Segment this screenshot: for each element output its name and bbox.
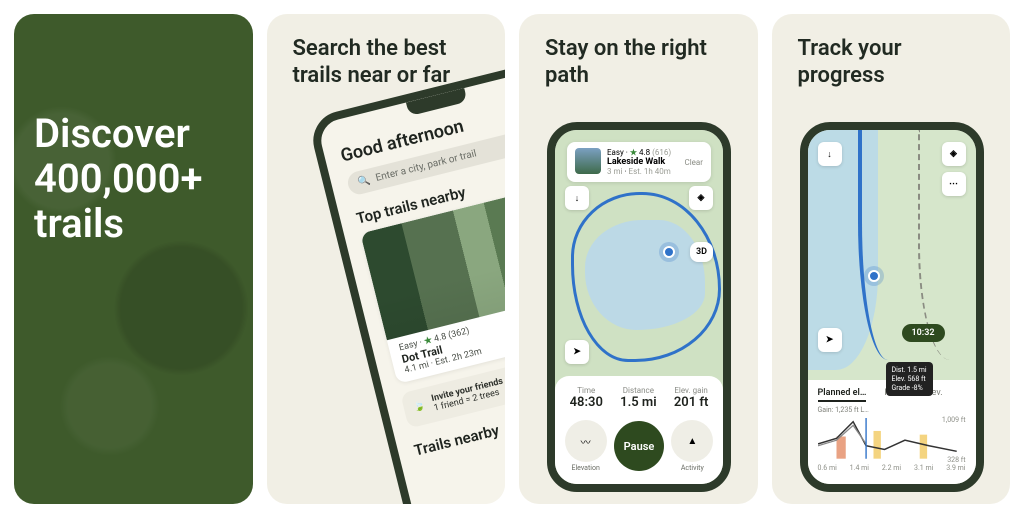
trail-est: Est. 1h 40m [629,167,671,176]
more-icon[interactable]: ⋯ [942,172,966,196]
card4-heading: Track your progress [798,36,993,90]
hero-card: Discover 400,000+ trails [14,14,253,504]
chart-tooltip: Dist. 1.5 mi Elev. 568 ft Grade -8% [886,362,933,396]
download-icon[interactable]: ↓ [565,186,589,210]
stat-time: Time48:30 [570,386,603,410]
phone-mock-search: Good afternoon 🔍 Enter a city, park or t… [307,56,506,504]
trail-rating: 4.8 [639,148,650,157]
gain-info: Gain: 1,235 ft L… [818,406,966,414]
stat-elev: Elev. gain201 ft [674,386,709,410]
elevation-button[interactable]: 〰 [565,420,607,462]
trail-rating-count: (616) [652,148,671,157]
trail-difficulty: Easy [607,148,624,157]
trail-rating-count: (362) [447,326,470,341]
bottom-nav: ✧Explore 👥Community ▲Navigator ▢Saved ☺P… [423,493,505,504]
stat-distance: Distance1.5 mi [620,386,656,410]
locate-icon[interactable]: ➤ [818,328,842,352]
pause-button[interactable]: Pause [614,421,664,471]
search-icon: 🔍 [356,175,371,189]
x-tick: 2.2 mi [882,464,901,472]
trail-info-chip[interactable]: Easy · ★ 4.8 (616) Lakeside Walk 3 mi · … [567,142,711,182]
leaf-icon: 🍃 [413,401,426,413]
tab-planned[interactable]: Planned el… [818,388,867,402]
tooltip-grade: Grade -8% [892,384,927,393]
route-path [571,192,721,362]
nav-card: Stay on the right path Easy · ★ 4.8 (616… [519,14,758,504]
section-title-2: Trails nearby [412,421,501,459]
phone-mock-track: ↓ ◈ ⋯ ➤ 10:32 Planned el… Recorded elev.… [800,122,984,492]
x-tick: 1.4 mi [850,464,869,472]
stats-panel: Time48:30 Distance1.5 mi Elev. gain201 f… [555,376,723,484]
clear-button[interactable]: Clear [685,158,703,167]
track-card: Track your progress ↓ ◈ ⋯ ➤ 10:32 Planne… [772,14,1011,504]
x-tick: 3.1 mi [914,464,933,472]
location-pin [868,270,880,282]
tooltip-dist: Dist. 1.5 mi [892,366,927,375]
3d-button[interactable]: 3D [690,242,713,262]
phone-notch [405,88,467,116]
time-pill: 10:32 [902,324,945,342]
trail-length: 3 mi [607,167,622,176]
x-tick: 0.6 mi [818,464,837,472]
locate-icon[interactable]: ➤ [565,340,589,364]
x-tick: 3.9 mi [946,464,965,472]
activity-label: Activity [671,464,713,472]
trail-thumb [575,148,601,174]
trail-name: Lakeside Walk [607,157,665,167]
search-card: Search the best trails near or far Good … [267,14,506,504]
download-icon[interactable]: ↓ [818,142,842,166]
layers-icon[interactable]: ◈ [942,142,966,166]
star-icon: ★ [630,148,637,157]
elevation-chart[interactable]: 1,009 ft 328 ft [818,418,966,462]
tooltip-elev: Elev. 568 ft [892,375,927,384]
x-axis: 0.6 mi 1.4 mi 2.2 mi 3.1 mi 3.9 mi [818,464,966,472]
phone-mock-nav: Easy · ★ 4.8 (616) Lakeside Walk 3 mi · … [547,122,731,492]
location-pin [663,246,675,258]
activity-button[interactable]: ▲ [671,420,713,462]
elevation-label: Elevation [565,464,607,472]
layers-icon[interactable]: ◈ [689,186,713,210]
hero-headline: Discover 400,000+ trails [34,112,241,246]
card3-heading: Stay on the right path [545,36,740,90]
